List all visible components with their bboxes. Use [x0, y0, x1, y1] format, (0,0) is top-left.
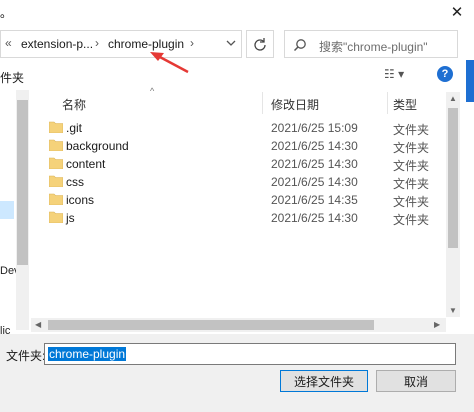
- folder-name-input[interactable]: chrome-plugin: [44, 343, 456, 365]
- column-divider[interactable]: [262, 92, 263, 114]
- scroll-right-icon[interactable]: ▶: [434, 320, 440, 329]
- file-name: background: [66, 139, 129, 153]
- chevron-right-icon[interactable]: ›: [95, 36, 99, 50]
- column-divider[interactable]: [387, 92, 388, 114]
- scroll-up-icon[interactable]: ▲: [449, 94, 457, 103]
- address-bar[interactable]: « extension-p... › chrome-plugin ›: [0, 30, 242, 58]
- file-modified: 2021/6/25 14:30: [271, 157, 358, 171]
- select-folder-button[interactable]: 选择文件夹: [280, 370, 368, 392]
- file-name: icons: [66, 193, 95, 207]
- chevron-down-icon[interactable]: [225, 37, 237, 49]
- horizontal-scrollbar-thumb[interactable]: [48, 320, 374, 330]
- annotation-arrow-icon: [150, 52, 189, 74]
- file-modified: 2021/6/25 15:09: [271, 121, 358, 135]
- folder-icon: [49, 193, 63, 205]
- file-modified: 2021/6/25 14:30: [271, 211, 358, 225]
- window-title: 。: [0, 6, 13, 20]
- column-header-modified[interactable]: 修改日期: [271, 96, 319, 113]
- cancel-button[interactable]: 取消: [376, 370, 456, 392]
- file-name: js: [66, 211, 75, 225]
- help-button[interactable]: ?: [437, 66, 453, 82]
- folder-icon: [49, 211, 63, 223]
- folder-icon: [49, 157, 63, 169]
- list-item[interactable]: js 2021/6/25 14:30 文件夹: [44, 209, 462, 227]
- breadcrumb-item[interactable]: extension-p...: [21, 37, 93, 51]
- close-button[interactable]: ✕: [440, 0, 474, 24]
- nav-scrollbar-thumb[interactable]: [17, 100, 28, 265]
- background-window-edge: [466, 60, 474, 102]
- folder-name-value[interactable]: chrome-plugin: [48, 347, 127, 361]
- sort-ascending-icon: ^: [150, 86, 155, 96]
- folder-field-label: 文件夹:: [6, 349, 46, 363]
- vertical-scrollbar-thumb[interactable]: [448, 108, 458, 248]
- column-header-type[interactable]: 类型: [393, 96, 417, 113]
- file-type: 文件夹: [393, 213, 430, 227]
- column-header-name[interactable]: 名称: [62, 96, 86, 113]
- scroll-down-icon[interactable]: ▼: [449, 306, 457, 315]
- file-modified: 2021/6/25 14:35: [271, 193, 358, 207]
- scroll-left-icon[interactable]: ◀: [35, 320, 41, 329]
- file-type: 文件夹: [393, 141, 430, 155]
- breadcrumb-overflow-icon[interactable]: «: [5, 36, 12, 50]
- new-folder-button[interactable]: 件夹: [0, 69, 24, 86]
- folder-icon: [49, 139, 63, 151]
- file-type: 文件夹: [393, 195, 430, 209]
- file-modified: 2021/6/25 14:30: [271, 139, 358, 153]
- file-type: 文件夹: [393, 159, 430, 173]
- title-bar: 。 ✕: [0, 0, 474, 26]
- list-item[interactable]: icons 2021/6/25 14:35 文件夹: [44, 191, 462, 209]
- search-icon: [293, 39, 306, 52]
- list-item[interactable]: css 2021/6/25 14:30 文件夹: [44, 173, 462, 191]
- file-name: css: [66, 175, 84, 189]
- file-modified: 2021/6/25 14:30: [271, 175, 358, 189]
- refresh-icon: [254, 38, 266, 51]
- list-item[interactable]: content 2021/6/25 14:30 文件夹: [44, 155, 462, 173]
- view-options-button[interactable]: ☷ ▾: [384, 67, 404, 81]
- list-item[interactable]: background 2021/6/25 14:30 文件夹: [44, 137, 462, 155]
- refresh-button[interactable]: [246, 30, 274, 58]
- folder-icon: [49, 121, 63, 133]
- folder-icon: [49, 175, 63, 187]
- file-type: 文件夹: [393, 123, 430, 137]
- file-name: .git: [66, 121, 83, 135]
- list-item[interactable]: .git 2021/6/25 15:09 文件夹: [44, 119, 462, 137]
- search-placeholder: 搜索"chrome-plugin": [319, 40, 428, 54]
- file-name: content: [66, 157, 106, 171]
- file-type: 文件夹: [393, 177, 430, 191]
- nav-item-selected[interactable]: [0, 201, 14, 219]
- search-input[interactable]: 搜索"chrome-plugin": [284, 30, 458, 58]
